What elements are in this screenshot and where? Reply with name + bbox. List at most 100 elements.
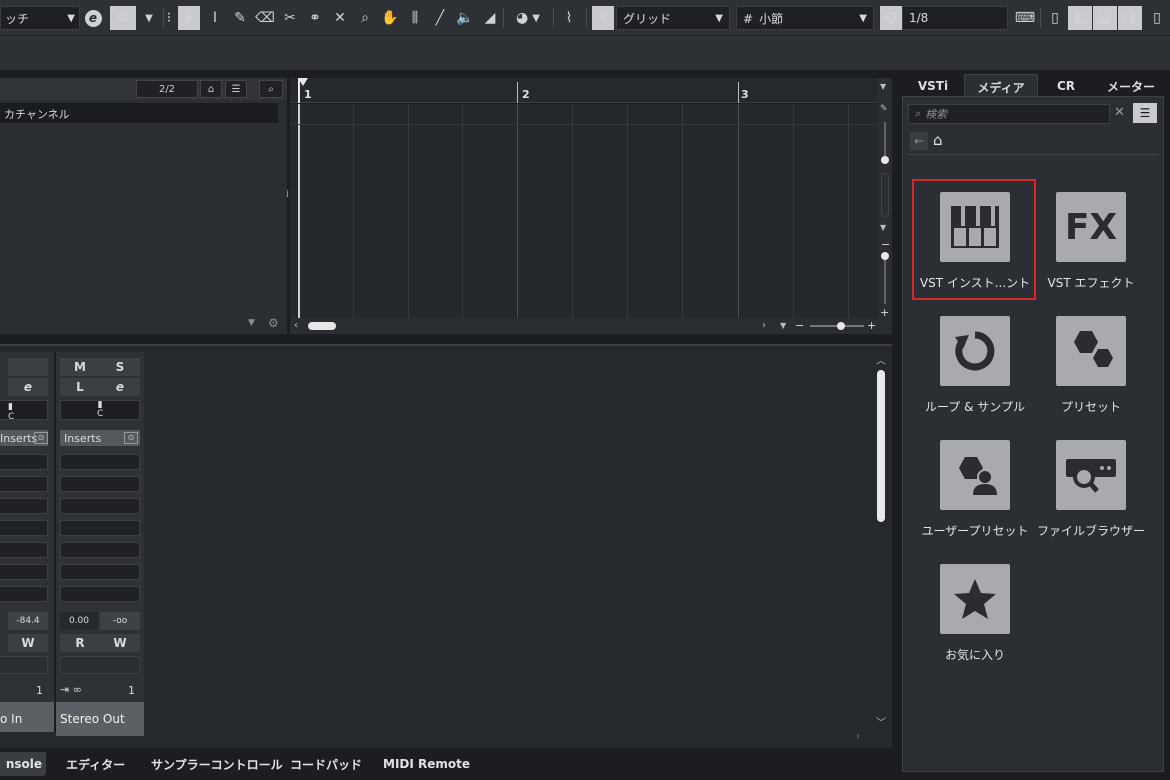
zoom-slider-knob[interactable] (881, 156, 889, 164)
chevron-down-icon[interactable]: ﹀ (876, 714, 886, 729)
chevron-down-icon[interactable]: ▼ (138, 6, 160, 30)
timeline-ruler[interactable]: 1 2 3 (290, 78, 878, 103)
snap-to-zero-icon[interactable]: ✕ (592, 6, 614, 30)
media-search-input[interactable]: ⌕ 検索 (908, 104, 1110, 124)
chevron-up-icon[interactable]: ︿ (876, 352, 886, 367)
object-select-tool-icon[interactable]: ➤ (178, 6, 200, 30)
chevron-right-icon[interactable]: › (856, 731, 860, 742)
tab-control-room[interactable]: CR (1040, 74, 1092, 98)
erase-tool-icon[interactable]: ⌫ (254, 6, 276, 30)
home-icon[interactable]: ⌂ (933, 131, 943, 149)
play-tool-icon[interactable]: 🔈 (454, 6, 476, 30)
range-select-tool-icon[interactable]: Ι (204, 6, 226, 30)
loops-samples-tile[interactable] (940, 316, 1010, 386)
peak-meter-value[interactable]: -oo (100, 612, 140, 630)
tab-mixconsole[interactable]: nsole (0, 752, 46, 776)
channel-name-input[interactable]: Stereo Out (56, 702, 144, 736)
plus-icon[interactable]: + (880, 306, 889, 319)
search-icon[interactable]: ⌕ (259, 80, 283, 98)
insert-slot[interactable] (60, 564, 140, 580)
insert-slot[interactable] (0, 542, 48, 558)
insert-slot[interactable] (0, 454, 48, 470)
read-automation-button[interactable]: R (60, 634, 100, 652)
scroll-thumb[interactable] (308, 322, 336, 330)
insert-slot[interactable] (0, 586, 48, 602)
chevron-down-icon[interactable]: ▼ (248, 318, 255, 328)
left-panel-toggle-icon[interactable]: ◧ (1068, 6, 1092, 30)
insert-slot[interactable] (0, 564, 48, 580)
write-automation-button[interactable]: W (100, 634, 140, 652)
file-browser-tile[interactable] (1056, 440, 1126, 510)
color-tool-icon[interactable]: ◢ (479, 6, 501, 30)
chevron-right-icon[interactable]: › (762, 320, 766, 331)
tab-sampler-control[interactable]: サンプラーコントロール (151, 752, 283, 776)
insert-slot[interactable] (60, 542, 140, 558)
snap-mode-select[interactable]: ◕ ▼ (508, 6, 548, 30)
mute-button[interactable]: M (60, 358, 100, 376)
insert-slot[interactable] (60, 498, 140, 514)
list-view-icon[interactable]: ☰ (1133, 103, 1157, 123)
split-tool-icon[interactable]: ✂ (279, 6, 301, 30)
edit-e-icon[interactable]: e (82, 6, 104, 30)
channel-name-input[interactable]: o In (0, 702, 54, 732)
routing-icon[interactable]: ⇥ ∞ (60, 683, 82, 696)
solo-button[interactable]: S (100, 358, 140, 376)
power-icon[interactable]: ⊙ (34, 432, 48, 444)
insert-slot[interactable] (60, 520, 140, 536)
draw-tool-icon[interactable]: ✎ (229, 6, 251, 30)
keyboard-icon[interactable]: ⌨ (1014, 6, 1036, 30)
edit-e-icon[interactable]: e (8, 378, 48, 396)
home-icon[interactable]: ⌂ (200, 80, 222, 98)
insert-slot[interactable] (60, 586, 140, 602)
grid-value-select[interactable]: # 小節 ▼ (736, 6, 874, 30)
edit-e-icon[interactable]: e (100, 378, 140, 396)
drag-handle-icon[interactable]: ⁝ (164, 6, 174, 30)
list-icon[interactable]: ☰ (225, 80, 247, 98)
insert-slot[interactable] (0, 520, 48, 536)
plus-icon[interactable]: + (867, 319, 876, 332)
power-icon[interactable]: ⊙ (124, 432, 138, 444)
minus-icon[interactable]: − (881, 238, 890, 251)
lower-panel-toggle-icon[interactable]: ⬓ (1093, 6, 1117, 30)
gear-icon[interactable]: ⚙ (268, 316, 279, 330)
insert-slot[interactable] (60, 476, 140, 492)
presets-tile[interactable] (1056, 316, 1126, 386)
tab-midi-remote[interactable]: MIDI Remote (383, 752, 470, 776)
track-zoom-knob[interactable] (881, 252, 889, 260)
minus-icon[interactable]: − (795, 319, 804, 332)
right-zone-toggle-icon[interactable]: ▯ (1146, 6, 1168, 30)
chevron-down-icon[interactable]: ▼ (780, 321, 786, 330)
mixer-vertical-scrollbar[interactable]: ︿ ﹀ (874, 352, 888, 730)
hand-tool-icon[interactable]: ✋ (379, 6, 401, 30)
grid-type-select[interactable]: グリッド ▼ (616, 6, 730, 30)
zoom-tool-icon[interactable]: ⌕ (354, 6, 376, 30)
project-vertical-scrollbar[interactable]: ▼ ✎ ▼ − + (878, 78, 892, 334)
tab-vsti[interactable]: VSTi (904, 74, 962, 98)
insert-slot[interactable] (60, 454, 140, 470)
comp-tool-icon[interactable]: ⫼ (404, 6, 426, 30)
pencil-icon[interactable]: ✎ (880, 104, 888, 114)
insert-slot[interactable] (0, 476, 48, 492)
chevron-down-icon[interactable]: ▼ (880, 223, 886, 232)
project-horizontal-scrollbar[interactable]: ‹ › ▼ − + (290, 318, 878, 334)
listen-button[interactable]: L (60, 378, 100, 396)
left-zone-toggle-icon[interactable]: ▯ (1044, 6, 1066, 30)
chevron-down-icon[interactable]: ▼ (880, 82, 886, 91)
event-display[interactable] (290, 104, 878, 318)
tab-chord-pads[interactable]: コードパッド (290, 752, 362, 776)
splitter-grip[interactable]: ⁞ (286, 190, 289, 200)
glue-tool-icon[interactable]: ⚭ (304, 6, 326, 30)
tab-editor[interactable]: エディター (66, 752, 125, 776)
mute-tool-icon[interactable]: ✕ (329, 6, 351, 30)
vst-effects-tile[interactable]: FX (1056, 192, 1126, 262)
insert-slot[interactable] (0, 498, 48, 514)
clear-search-icon[interactable]: ✕ (1114, 105, 1125, 120)
favorites-tile[interactable] (940, 564, 1010, 634)
right-panel-toggle-icon[interactable]: ◨ (1118, 6, 1142, 30)
solo-button[interactable] (8, 358, 48, 376)
tab-meter[interactable]: メーター (1096, 74, 1166, 98)
quantize-q-icon[interactable]: Q (880, 6, 902, 30)
constrain-delay-icon[interactable]: ⇆ (110, 6, 136, 30)
write-automation-button[interactable]: W (8, 634, 48, 652)
automation-mode-select[interactable]: ッチ ▼ (0, 6, 80, 30)
